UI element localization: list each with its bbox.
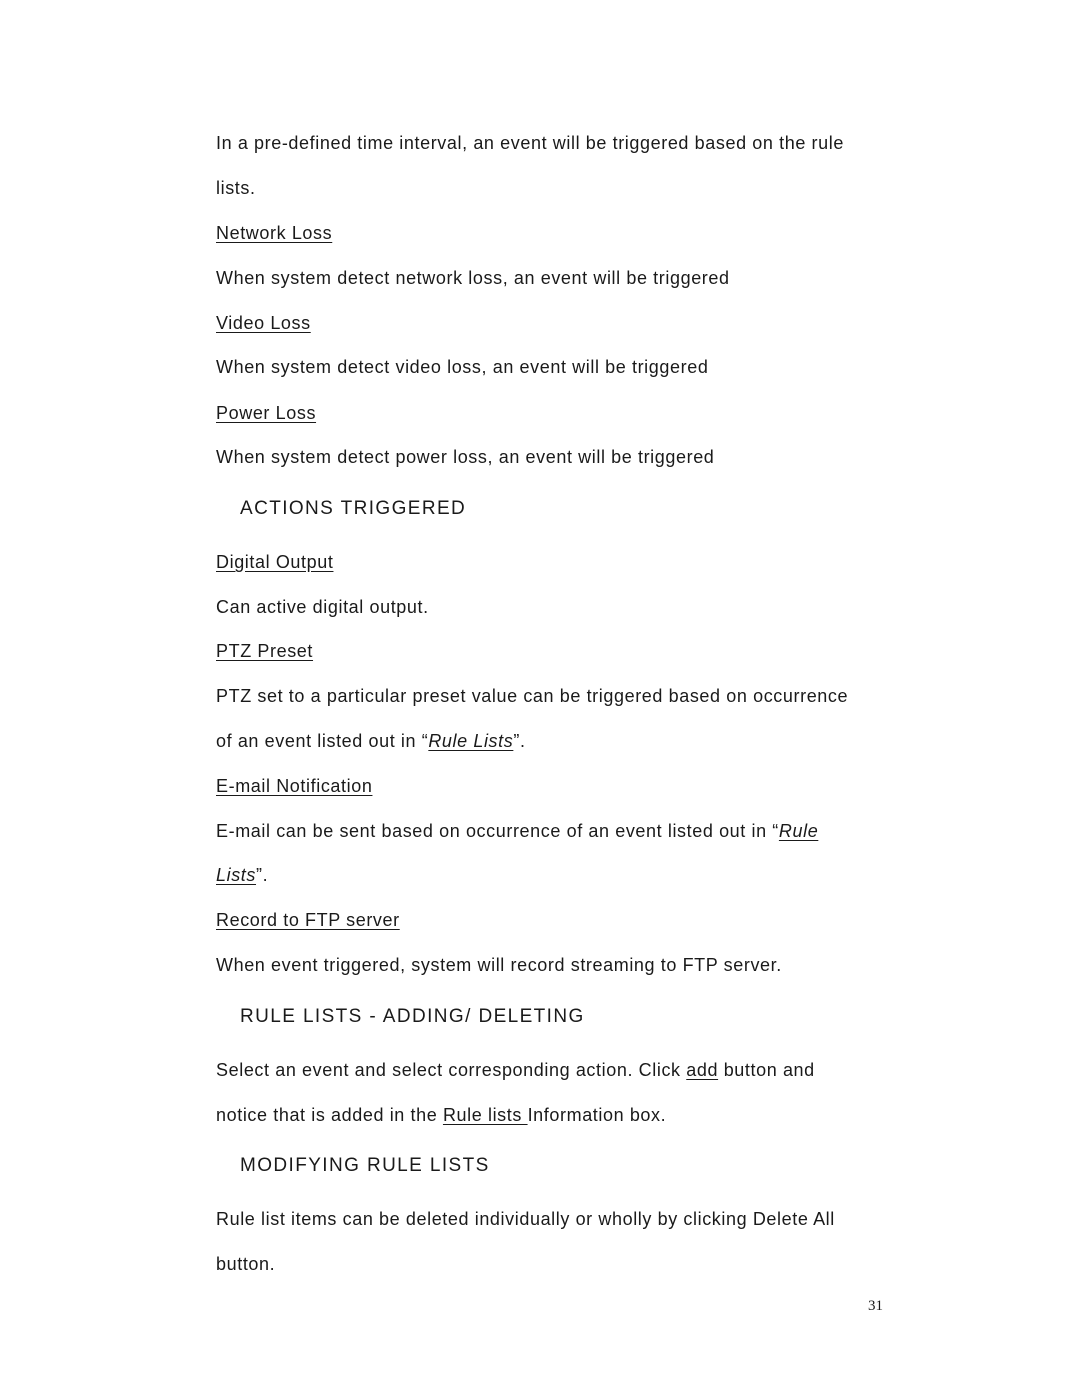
email-desc-line-2: Lists”. [216, 864, 268, 886]
rule-lists-link[interactable]: Rule Lists [428, 731, 513, 751]
ptz-preset-desc-line-1: PTZ set to a particular preset value can… [216, 686, 849, 706]
intro-text-line-1: In a pre-defined time interval, an event… [216, 133, 844, 153]
record-ftp-desc: When event triggered, system will record… [216, 955, 782, 975]
modifying-desc-line-2: button. [216, 1254, 276, 1274]
rule-lists-heading: RULE LISTS - ADDING/ DELETING [240, 1006, 585, 1027]
email-desc-line-1: E-mail can be sent based on occurrence o… [216, 820, 818, 842]
power-loss-desc: When system detect power loss, an event … [216, 447, 715, 467]
rule-lists-desc-line-2: notice that is added in the Rule lists I… [216, 1104, 666, 1126]
modifying-rule-lists-heading: MODIFYING RULE LISTS [240, 1155, 490, 1176]
ptz-text-pre: of an event listed out in “ [216, 731, 429, 751]
email-notification-title: E-mail Notification [216, 776, 373, 796]
email-text-pre: E-mail can be sent based on occurrence o… [216, 821, 779, 841]
rule-lists-desc-line-1: Select an event and select corresponding… [216, 1059, 815, 1081]
ptz-text-post: ”. [513, 731, 526, 751]
modifying-desc-line-1: Rule list items can be deleted individua… [216, 1209, 835, 1229]
rule-lists-info-link[interactable]: Rule lists [443, 1105, 528, 1125]
rule-lists-text-pre-2: notice that is added in the [216, 1105, 443, 1125]
video-loss-desc: When system detect video loss, an event … [216, 357, 709, 377]
digital-output-title: Digital Output [216, 552, 334, 572]
rule-lists-text-pre: Select an event and select corresponding… [216, 1060, 687, 1080]
ptz-preset-desc-line-2: of an event listed out in “Rule Lists”. [216, 730, 526, 752]
ptz-preset-title: PTZ Preset [216, 641, 314, 661]
digital-output-desc: Can active digital output. [216, 597, 429, 617]
rule-lists-link[interactable]: Rule [779, 821, 818, 841]
actions-triggered-heading: ACTIONS TRIGGERED [240, 498, 467, 519]
power-loss-title: Power Loss [216, 403, 317, 423]
email-text-post: ”. [256, 865, 269, 885]
video-loss-title: Video Loss [216, 313, 311, 333]
intro-text-line-2: lists. [216, 178, 256, 198]
network-loss-title: Network Loss [216, 223, 333, 243]
network-loss-desc: When system detect network loss, an even… [216, 268, 730, 288]
rule-lists-text-post-2: Information box. [527, 1105, 667, 1125]
page-number: 31 [868, 1298, 883, 1314]
add-button-link[interactable]: add [686, 1060, 718, 1080]
record-ftp-title: Record to FTP server [216, 910, 400, 930]
rule-lists-text-post: button and [718, 1060, 815, 1080]
rule-lists-link[interactable]: Lists [216, 865, 256, 885]
